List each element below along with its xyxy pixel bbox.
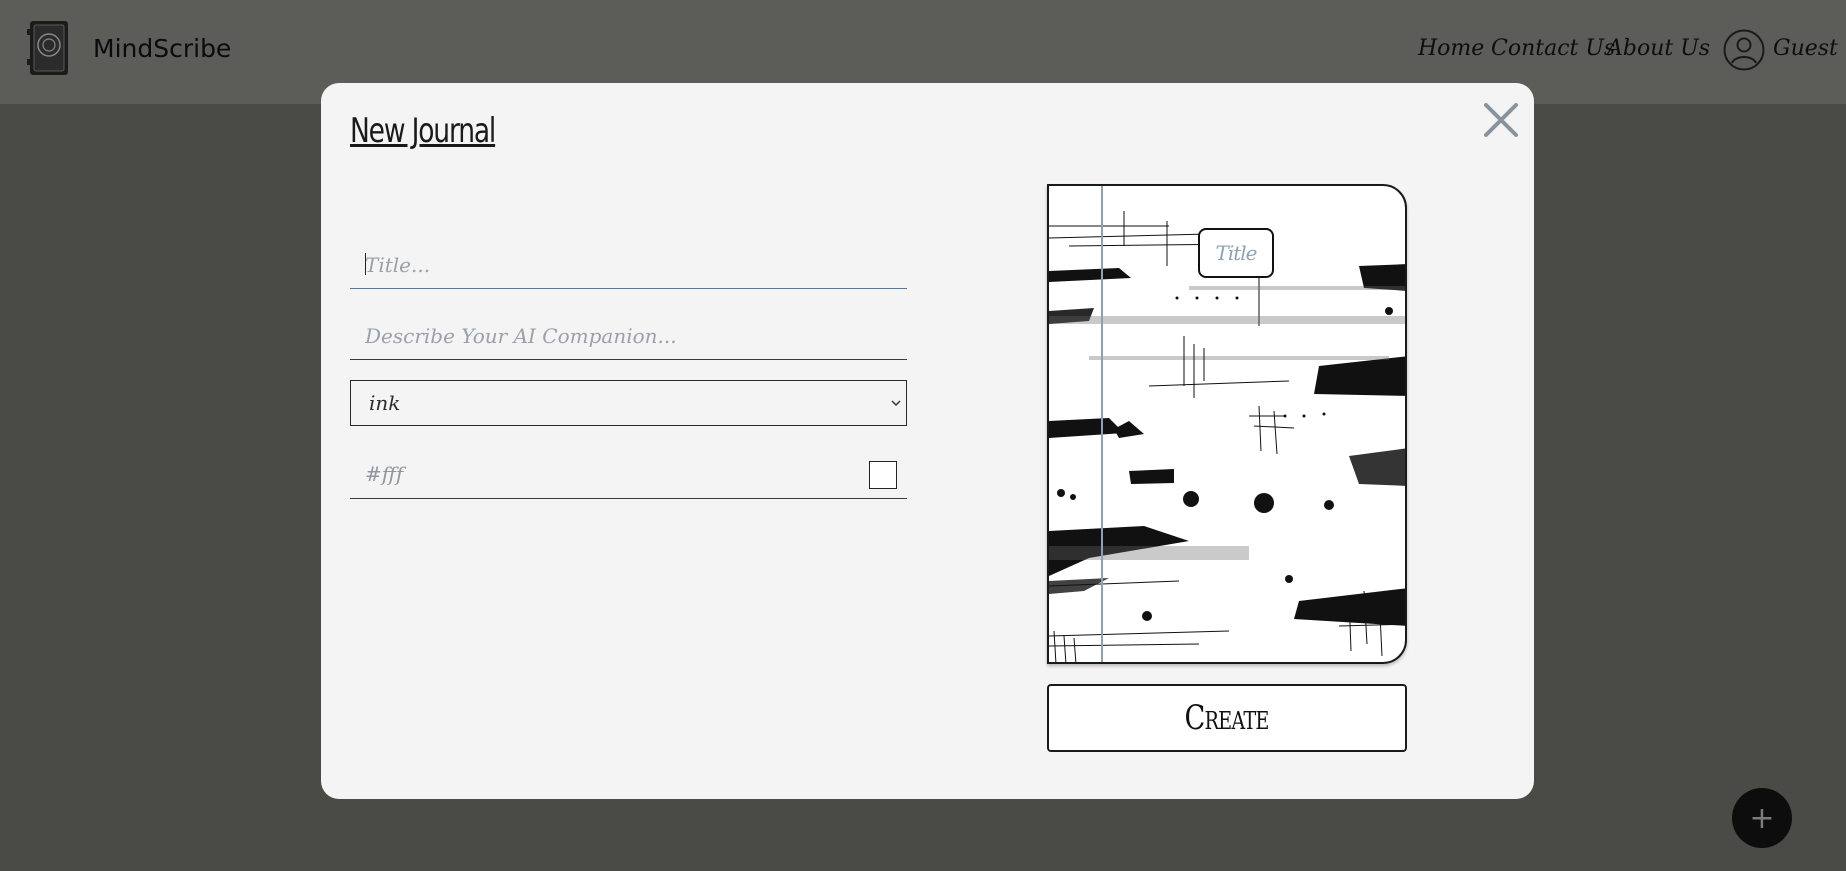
title-field[interactable] — [350, 241, 907, 289]
create-button-label: Create — [1184, 698, 1270, 738]
style-select-value: ink — [369, 391, 401, 415]
journal-cover-preview: Title — [1047, 184, 1407, 664]
cover-spine-line — [1101, 186, 1103, 662]
nav-link-home[interactable]: Home — [1418, 36, 1484, 61]
style-select[interactable]: ink — [350, 380, 907, 426]
user-circle-icon[interactable] — [1723, 29, 1765, 71]
create-button[interactable]: Create — [1047, 684, 1407, 752]
description-field[interactable] — [350, 312, 907, 360]
user-label[interactable]: Guest — [1773, 36, 1838, 61]
chevron-down-icon — [891, 400, 901, 407]
title-input[interactable] — [350, 241, 907, 288]
modal-title: New Journal — [350, 111, 496, 151]
color-input[interactable] — [350, 450, 907, 498]
color-field[interactable] — [350, 450, 907, 499]
brand-name[interactable]: MindScribe — [93, 34, 231, 63]
text-caret — [365, 253, 366, 275]
journal-book-icon[interactable] — [27, 19, 71, 79]
description-input[interactable] — [350, 312, 907, 359]
color-swatch[interactable] — [869, 461, 897, 489]
new-journal-modal: New Journal ink — [321, 83, 1534, 799]
nav-link-about[interactable]: About Us — [1607, 36, 1710, 61]
plus-icon: + — [1749, 800, 1775, 836]
close-icon[interactable] — [1481, 100, 1521, 140]
add-journal-button[interactable]: + — [1732, 788, 1792, 848]
cover-title-label: Title — [1198, 228, 1274, 278]
nav-link-contact[interactable]: Contact Us — [1491, 36, 1615, 61]
